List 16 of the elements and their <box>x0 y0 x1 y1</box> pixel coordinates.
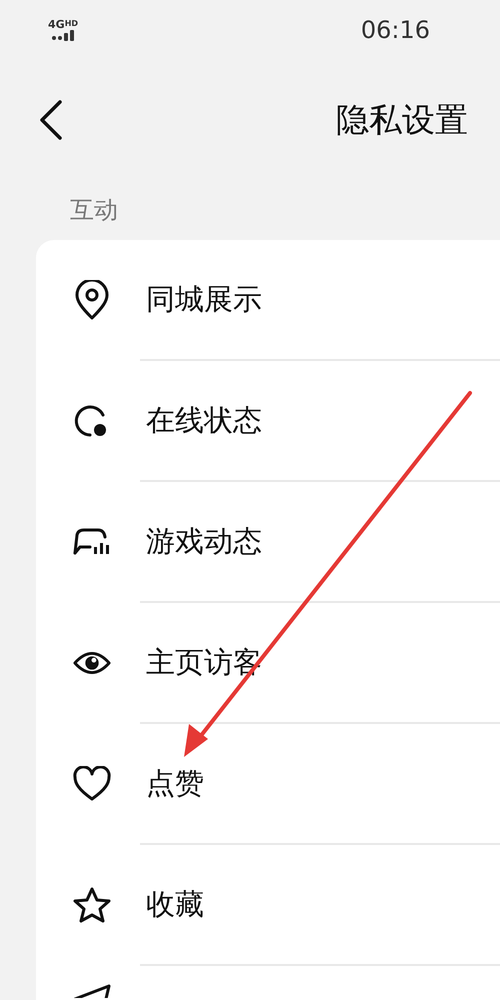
gamepad-icon <box>72 526 112 556</box>
setting-item[interactable]: 在线状态 <box>146 398 262 442</box>
setting-item[interactable]: 同城展示 <box>146 278 262 322</box>
page-title: 隐私设置 <box>336 99 468 142</box>
pin-icon <box>73 280 111 320</box>
heart-icon <box>72 766 112 802</box>
star-icon <box>72 886 112 924</box>
signal-icon <box>51 30 76 41</box>
setting-item[interactable]: 点赞 <box>146 762 204 806</box>
setting-item[interactable]: 收藏 <box>146 882 204 926</box>
send-icon <box>73 984 111 998</box>
setting-item[interactable]: 游戏动态 <box>146 520 262 564</box>
back-icon[interactable] <box>38 99 64 141</box>
section-title: 互动 <box>70 195 118 226</box>
network-label: 4G$^{HD}$ <box>48 19 78 30</box>
status-time: 06:16 <box>360 15 430 46</box>
